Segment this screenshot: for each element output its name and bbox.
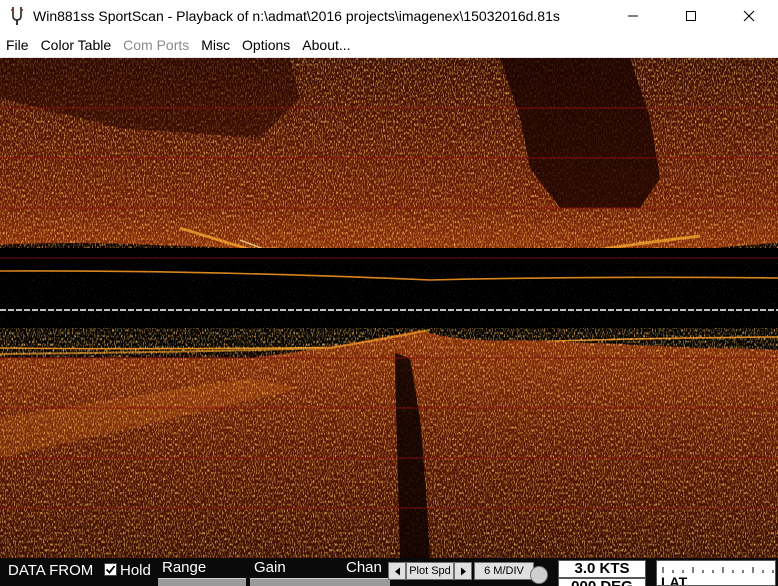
minimize-icon bbox=[628, 15, 638, 17]
hold-checkbox[interactable] bbox=[104, 563, 117, 576]
minimize-button[interactable] bbox=[604, 0, 662, 32]
title-bar[interactable]: Win881ss SportScan - Playback of n:\adma… bbox=[0, 0, 778, 32]
range-label: Range bbox=[162, 559, 207, 576]
plot-speed-label: Plot Spd bbox=[406, 562, 454, 580]
sonar-display[interactable] bbox=[0, 58, 778, 558]
close-icon bbox=[743, 10, 755, 22]
hold-label: Hold bbox=[120, 562, 151, 579]
arrow-right-icon bbox=[460, 567, 466, 575]
window-title: Win881ss SportScan - Playback of n:\adma… bbox=[33, 8, 560, 24]
plot-speed-knob[interactable] bbox=[530, 566, 548, 584]
menu-about[interactable]: About... bbox=[296, 32, 356, 58]
maximize-icon bbox=[686, 11, 696, 21]
lower-speckle bbox=[0, 328, 778, 558]
position-scale: LAT bbox=[656, 560, 776, 586]
maximize-button[interactable] bbox=[662, 0, 720, 32]
control-bar: DATA FROM Hold Range Gain Chan Plot Spd … bbox=[0, 558, 778, 586]
arrow-left-icon bbox=[394, 567, 400, 575]
chan-label: Chan bbox=[346, 559, 382, 576]
heading-readout: 000 DEG bbox=[558, 578, 646, 586]
app-window: Win881ss SportScan - Playback of n:\adma… bbox=[0, 0, 778, 586]
plot-speed-increase-button[interactable] bbox=[454, 562, 472, 580]
menu-color-table[interactable]: Color Table bbox=[35, 32, 118, 58]
gain-control[interactable] bbox=[250, 578, 336, 586]
menu-misc[interactable]: Misc bbox=[195, 32, 236, 58]
menu-options[interactable]: Options bbox=[236, 32, 296, 58]
data-from-label: DATA FROM bbox=[8, 562, 94, 579]
window-controls bbox=[604, 0, 778, 32]
menu-com-ports[interactable]: Com Ports bbox=[117, 32, 195, 58]
sonar-image bbox=[0, 58, 778, 558]
close-button[interactable] bbox=[720, 0, 778, 32]
range-control[interactable] bbox=[158, 578, 246, 586]
plot-speed-value: 6 M/DIV bbox=[474, 562, 534, 580]
tuning-fork-icon bbox=[6, 5, 28, 27]
chan-control[interactable] bbox=[330, 578, 390, 586]
menu-file[interactable]: File bbox=[0, 32, 35, 58]
plot-speed-decrease-button[interactable] bbox=[388, 562, 406, 580]
checkmark-icon bbox=[105, 565, 116, 574]
gain-label: Gain bbox=[254, 559, 286, 576]
scale-label: LAT bbox=[661, 574, 688, 586]
menu-bar: File Color Table Com Ports Misc Options … bbox=[0, 32, 778, 58]
speed-readout: 3.0 KTS bbox=[558, 560, 646, 578]
